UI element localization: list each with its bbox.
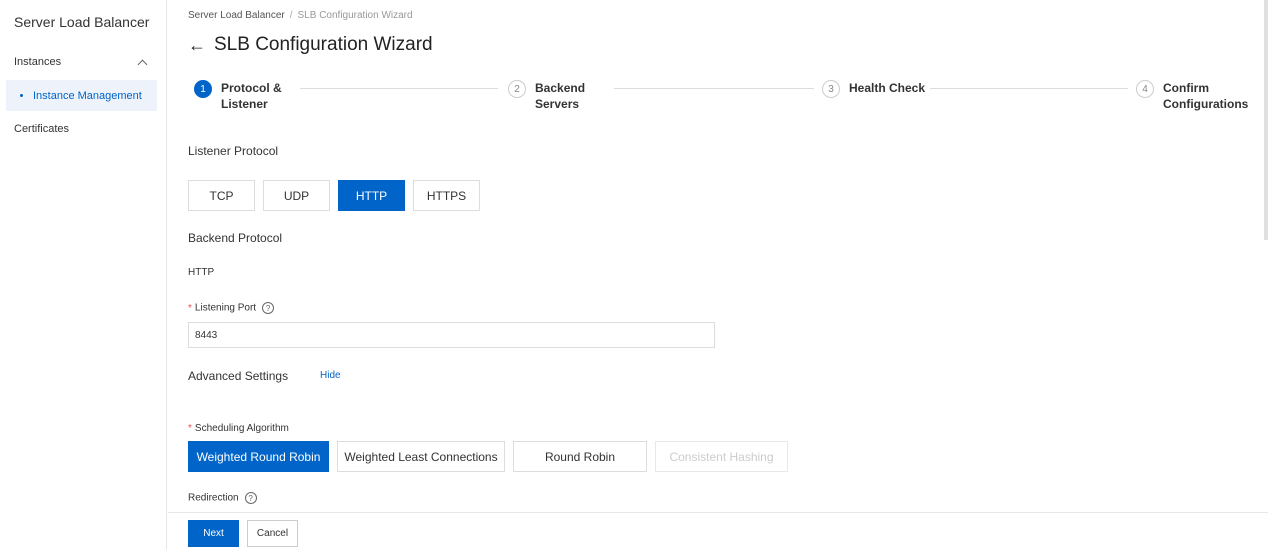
help-icon[interactable]: ? bbox=[262, 302, 275, 314]
step-connector bbox=[614, 88, 814, 89]
protocol-https-button[interactable]: HTTPS bbox=[413, 180, 480, 211]
step-connector bbox=[300, 88, 498, 89]
sidebar-group-label: Instances bbox=[14, 56, 62, 68]
listening-port-input[interactable] bbox=[188, 322, 715, 348]
algorithm-consistent-hashing-button: Consistent Hashing bbox=[655, 441, 788, 472]
step-label: Protocol & Listener bbox=[221, 81, 282, 111]
next-button[interactable]: Next bbox=[188, 520, 239, 547]
back-arrow-icon[interactable]: ← bbox=[188, 35, 206, 56]
breadcrumb-root[interactable]: Server Load Balancer bbox=[188, 10, 285, 21]
cancel-button[interactable]: Cancel bbox=[247, 520, 298, 547]
step-number: 3 bbox=[822, 80, 840, 98]
protocol-http-button[interactable]: HTTP bbox=[338, 180, 405, 211]
help-icon[interactable]: ? bbox=[244, 492, 257, 504]
scheduling-algorithm-label-text: Scheduling Algorithm bbox=[194, 423, 289, 434]
redirection-label: Redirection? bbox=[188, 492, 257, 504]
bullet-icon bbox=[20, 94, 23, 97]
step-number: 1 bbox=[194, 80, 212, 98]
step-health-check: 3 Health Check bbox=[822, 80, 925, 98]
step-label: Health Check bbox=[849, 81, 926, 95]
backend-protocol-label: Backend Protocol bbox=[188, 231, 283, 245]
protocol-udp-button[interactable]: UDP bbox=[263, 180, 330, 211]
sidebar-item-instance-management[interactable]: Instance Management bbox=[6, 80, 157, 111]
scrollbar[interactable] bbox=[1264, 0, 1268, 240]
step-backend-servers: 2 Backend Servers bbox=[508, 80, 595, 112]
scheduling-algorithm-label: * Scheduling Algorithm bbox=[188, 423, 289, 434]
algorithm-weighted-round-robin-button[interactable]: Weighted Round Robin bbox=[188, 441, 329, 472]
required-mark: * bbox=[188, 302, 192, 314]
breadcrumb-separator: / bbox=[289, 10, 293, 21]
breadcrumb: Server Load Balancer / SLB Configuration W… bbox=[188, 10, 413, 21]
page-title-text: SLB Configuration Wizard bbox=[214, 34, 433, 55]
redirection-label-text: Redirection bbox=[188, 492, 239, 504]
step-label: Backend Servers bbox=[535, 81, 586, 111]
backend-protocol-value: HTTP bbox=[188, 267, 215, 278]
step-protocol-listener: 1 Protocol & Listener bbox=[194, 80, 311, 112]
step-confirm-configurations: 4 Confirm Configurations bbox=[1136, 80, 1263, 112]
listening-port-label: * Listening Port? bbox=[188, 302, 275, 314]
page-title: ← SLB Configuration Wizard bbox=[188, 34, 433, 56]
sidebar-title: Server Load Balancer bbox=[14, 14, 150, 30]
listening-port-label-text: Listening Port bbox=[194, 302, 257, 314]
listener-protocol-label: Listener Protocol bbox=[188, 144, 279, 158]
protocol-tcp-button[interactable]: TCP bbox=[188, 180, 255, 211]
sidebar-group-instances[interactable]: Instances bbox=[14, 56, 150, 69]
sidebar-item-label: Instance Management bbox=[33, 89, 142, 102]
step-number: 2 bbox=[508, 80, 526, 98]
sidebar: Server Load Balancer Instances Instance … bbox=[0, 0, 167, 550]
advanced-settings-label: Advanced Settings bbox=[188, 369, 289, 383]
algorithm-round-robin-button[interactable]: Round Robin bbox=[513, 441, 647, 472]
step-label: Confirm Configurations bbox=[1163, 81, 1249, 111]
required-mark: * bbox=[188, 423, 192, 434]
step-connector bbox=[930, 88, 1128, 89]
footer-bar bbox=[168, 512, 1268, 550]
breadcrumb-current: SLB Configuration Wizard bbox=[297, 10, 413, 21]
chevron-up-icon bbox=[137, 59, 148, 69]
step-number: 4 bbox=[1136, 80, 1154, 98]
algorithm-weighted-least-connections-button[interactable]: Weighted Least Connections bbox=[337, 441, 505, 472]
advanced-settings-hide-link[interactable]: Hide bbox=[320, 370, 341, 381]
sidebar-item-certificates[interactable]: Certificates bbox=[14, 123, 69, 135]
